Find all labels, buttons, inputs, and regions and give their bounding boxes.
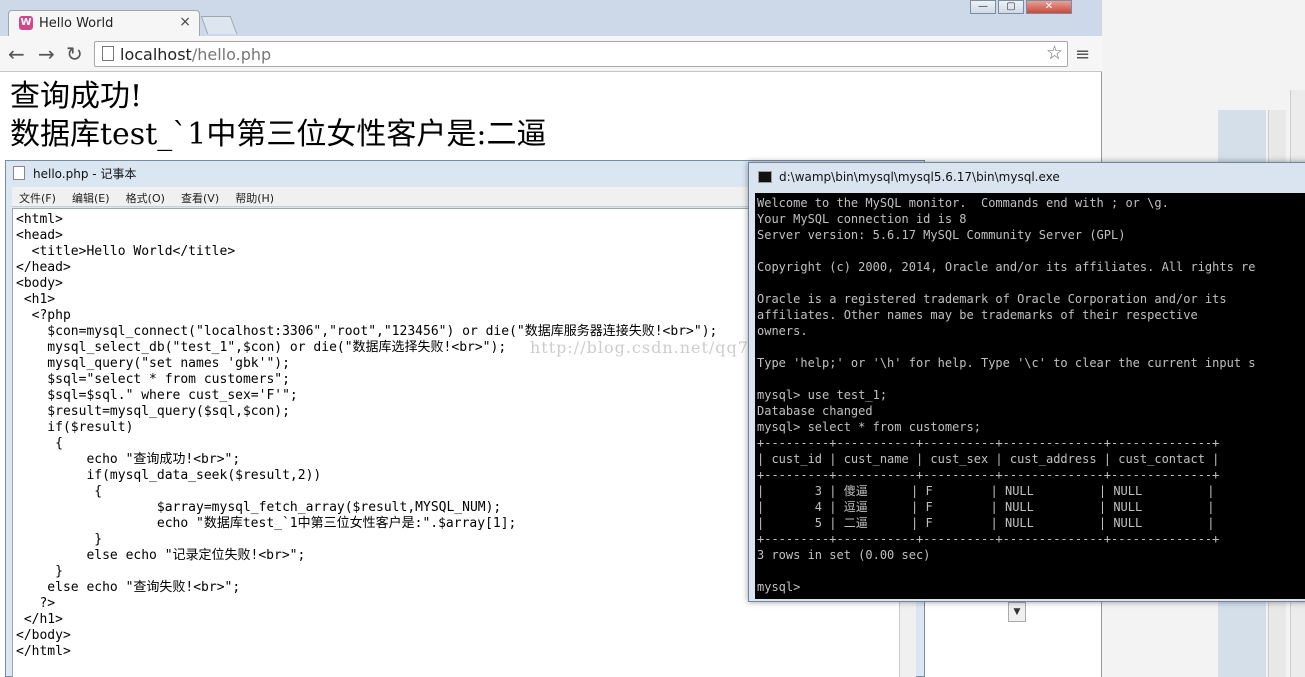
bookmark-star-icon[interactable]: ☆: [1046, 42, 1063, 64]
menu-help[interactable]: 帮助(H): [235, 189, 274, 209]
tab-bar: W Hello World × — ▢ ✕: [0, 0, 1102, 36]
console-icon: [758, 171, 772, 183]
chevron-down-icon[interactable]: ▼: [1008, 602, 1026, 622]
console-output-area[interactable]: Welcome to the MySQL monitor. Commands e…: [755, 193, 1305, 599]
menu-file[interactable]: 文件(F): [19, 189, 56, 209]
page-content: 查询成功! 数据库test_`1中第三位女性客户是:二逼: [10, 78, 546, 154]
url-host: localhost: [120, 45, 192, 64]
address-bar[interactable]: localhost/hello.php ☆: [94, 41, 1068, 67]
close-tab-icon[interactable]: ×: [179, 14, 191, 30]
result-line-1: 查询成功!: [10, 79, 143, 114]
url-text: localhost/hello.php: [120, 45, 271, 64]
tab-hello-world[interactable]: W Hello World ×: [8, 10, 200, 36]
close-window-button[interactable]: ✕: [1026, 0, 1072, 14]
page-icon: [102, 46, 114, 61]
result-line-2: 数据库test_`1中第三位女性客户是:二逼: [10, 117, 547, 152]
menu-view[interactable]: 查看(V): [181, 189, 219, 209]
back-arrow-icon[interactable]: ←: [8, 42, 25, 66]
menu-format[interactable]: 格式(O): [126, 189, 165, 209]
console-output: Welcome to the MySQL monitor. Commands e…: [757, 196, 1256, 594]
reload-icon[interactable]: ↻: [66, 42, 83, 66]
wamp-favicon-icon: W: [19, 16, 33, 30]
url-path: /hello.php: [191, 45, 272, 64]
notepad-title: hello.php - 记事本: [33, 167, 137, 181]
php-source-code: <html> <head> <title>Hello World</title>…: [16, 212, 718, 659]
minimize-button[interactable]: —: [970, 0, 996, 14]
console-title: d:\wamp\bin\mysql\mysql5.6.17\bin\mysql.…: [779, 170, 1060, 184]
forward-arrow-icon[interactable]: →: [38, 42, 55, 66]
menu-edit[interactable]: 编辑(E): [72, 189, 110, 209]
new-tab-button[interactable]: [200, 16, 238, 34]
background-field: [930, 602, 1010, 636]
maximize-button[interactable]: ▢: [998, 0, 1024, 14]
desktop: W Hello World × — ▢ ✕ ← → ↻ localhost/he…: [0, 0, 1305, 677]
console-titlebar[interactable]: d:\wamp\bin\mysql\mysql5.6.17\bin\mysql.…: [749, 163, 1305, 191]
browser-toolbar: ← → ↻ localhost/hello.php ☆ ≡: [0, 36, 1102, 72]
chrome-menu-icon[interactable]: ≡: [1075, 44, 1090, 65]
mysql-console-window: d:\wamp\bin\mysql\mysql5.6.17\bin\mysql.…: [748, 162, 1305, 602]
notepad-icon: [13, 166, 25, 180]
tab-title: Hello World: [39, 16, 114, 31]
